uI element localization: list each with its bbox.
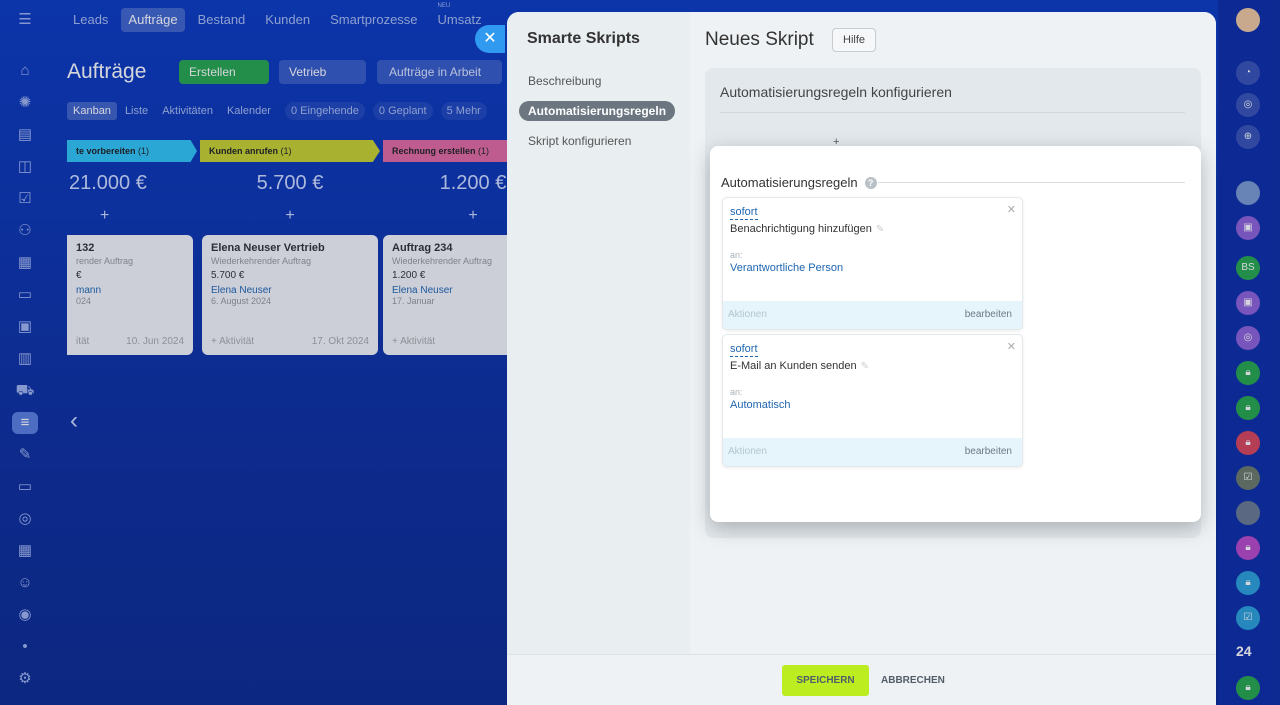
rule-title-text: E-Mail an Kunden senden	[730, 360, 857, 372]
automation-rules-popup: Automatisierungsregeln ? sofort ✕ Benach…	[710, 146, 1201, 522]
rule-footer: Aktionen bearbeiten	[723, 438, 1022, 466]
close-panel-button[interactable]: ✕	[475, 25, 505, 53]
divider	[878, 182, 1185, 183]
pencil-icon[interactable]: ✎	[876, 224, 884, 235]
rule-title: Benachrichtigung hinzufügen ✎	[730, 223, 884, 235]
rule-recipient-label: an:	[730, 250, 743, 260]
panel-sidebar: Smarte Skripts Beschreibung Automatisier…	[507, 12, 690, 654]
rule-recipient-label: an:	[730, 387, 743, 397]
rule-delay[interactable]: sofort	[730, 206, 758, 220]
close-icon[interactable]: ✕	[1007, 340, 1016, 353]
rule-card[interactable]: sofort ✕ Benachrichtigung hinzufügen ✎ an…	[722, 197, 1023, 330]
popup-heading: Automatisierungsregeln ?	[721, 175, 877, 190]
close-icon[interactable]: ✕	[1007, 203, 1016, 216]
side-item-beschreibung[interactable]: Beschreibung	[519, 71, 610, 91]
rule-edit-link[interactable]: bearbeiten	[965, 446, 1012, 457]
script-title: Neues Skript	[705, 29, 814, 50]
popup-title: Automatisierungsregeln	[721, 175, 858, 190]
rule-edit-link[interactable]: bearbeiten	[965, 309, 1012, 320]
divider	[720, 112, 1185, 113]
help-button[interactable]: Hilfe	[832, 28, 877, 52]
pencil-icon[interactable]: ✎	[861, 361, 869, 372]
rule-footer: Aktionen bearbeiten	[723, 301, 1022, 329]
rule-title: E-Mail an Kunden senden ✎	[730, 360, 869, 372]
question-icon[interactable]: ?	[864, 176, 877, 189]
config-title: Automatisierungsregeln konfigurieren	[720, 84, 952, 100]
rule-card[interactable]: sofort ✕ E-Mail an Kunden senden ✎ an: Au…	[722, 334, 1023, 467]
rule-delay[interactable]: sofort	[730, 343, 758, 357]
rule-recipient[interactable]: Verantwortliche Person	[730, 262, 843, 274]
rule-recipient[interactable]: Automatisch	[730, 399, 791, 411]
rule-title-text: Benachrichtigung hinzufügen	[730, 223, 872, 235]
side-item-automatisierungsregeln[interactable]: Automatisierungsregeln	[519, 101, 676, 121]
panel-title: Smarte Skripts	[527, 30, 640, 47]
save-button[interactable]: SPEICHERN	[782, 665, 869, 696]
side-item-skript-konfigurieren[interactable]: Skript konfigurieren	[519, 131, 640, 151]
cancel-button[interactable]: ABBRECHEN	[881, 665, 945, 696]
panel-footer: SPEICHERN ABBRECHEN	[507, 654, 1216, 705]
rule-actions: Aktionen	[728, 309, 767, 320]
rule-actions: Aktionen	[728, 446, 767, 457]
